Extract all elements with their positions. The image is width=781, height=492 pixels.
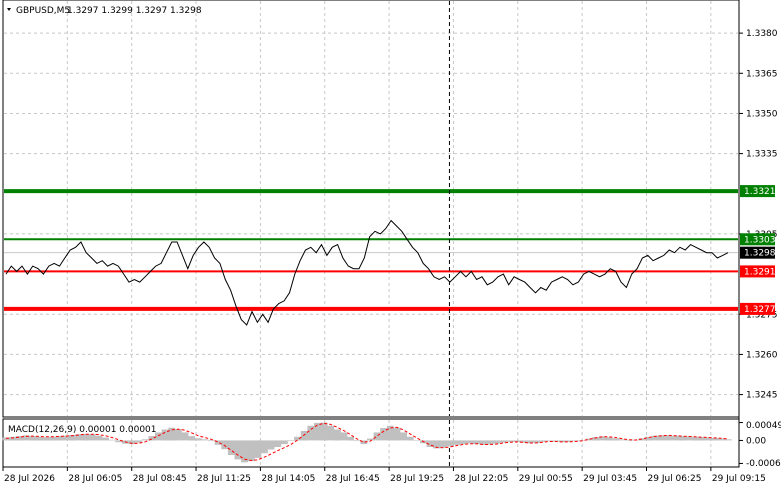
macd-bar [201,439,209,441]
macd-bar [439,440,447,448]
macd-bar [95,435,103,441]
macd-bar [612,438,619,441]
symbol-label: GBPUSD,M5 [16,6,70,16]
time-tick-label: 28 Jul 19:25 [390,474,444,484]
macd-bar [446,440,454,447]
price-tick-label: 1.3335 [746,150,778,160]
macd-bar [141,439,149,441]
macd-bar [42,437,50,441]
macd-bar [300,431,308,441]
macd-bar [287,440,295,442]
macd-bar [135,440,143,443]
macd-bar [413,440,421,441]
macd-bar [35,436,43,441]
macd-bar [678,436,686,441]
macd-bar [486,440,494,445]
price-tick-label: 1.3380 [746,29,778,39]
time-tick-label: 28 Jul 22:05 [454,474,508,484]
chart-window[interactable]: 1.33801.33651.33501.33351.33051.32751.32… [0,0,781,489]
level-tag-label: 1.3321 [744,187,776,197]
macd-bar [492,440,500,444]
time-tick-label: 28 Jul 06:05 [68,474,122,484]
macd-tick-label: -0.00063 [746,459,781,469]
time-tick-label: 28 Jul 08:45 [133,474,187,484]
macd-bar [247,440,255,462]
price-tick-label: 1.3350 [746,109,778,119]
macd-bar [453,440,460,445]
macd-bar [208,440,215,442]
macd-bar [108,439,116,441]
macd-bar [393,427,401,441]
macd-bar [88,434,96,441]
time-tick-label: 29 Jul 06:25 [648,474,702,484]
macd-bar [625,440,633,441]
macd-bar [400,432,407,441]
macd-bar [327,425,335,441]
macd-bar [665,435,672,441]
time-tick-label: 28 Jul 16:45 [326,474,380,484]
current-price-label: 1.3298 [744,249,776,259]
price-tags: 1.3321 1.3303 1.3291 1.3277 1.3298 [740,185,776,315]
macd-bar [353,440,361,442]
macd-bar [367,438,374,441]
level-tag-label: 1.3303 [744,235,776,245]
macd-header-label: MACD(12,26,9) 0.00001 0.00001 [8,425,157,435]
macd-bar [102,437,109,441]
macd-bar [49,436,56,441]
macd-bar [373,432,381,441]
macd-bar [274,440,282,447]
level-tag-label: 1.3291 [744,267,776,277]
ohlc-label: 1.3297 1.3299 1.3297 1.3298 [67,6,202,16]
price-tick-label: 1.3365 [746,69,778,79]
macd-bar [466,440,474,444]
macd-bar [340,432,348,441]
macd-bar [261,440,268,454]
macd-axis-labels: 0.00049 0.00 -0.00063 [739,421,781,469]
chart-header: GBPUSD,M5 1.3297 1.3299 1.3297 1.3298 [7,6,202,16]
time-tick-label: 29 Jul 09:15 [712,474,766,484]
macd-bar [280,440,288,445]
macd-bar [194,438,202,441]
level-tag-label: 1.3277 [744,305,776,315]
macd-bar [181,432,189,441]
macd-bar [605,437,613,441]
macd-tick-label: 0.00 [746,436,766,446]
macd-bar [347,436,354,441]
macd-tick-label: 0.00049 [746,421,781,431]
macd-bar [724,439,732,441]
macd-bar [333,429,341,441]
macd-bar [188,436,196,441]
time-axis-labels: 28 Jul 2026 28 Jul 06:05 28 Jul 08:45 28 Ju… [2,467,766,484]
macd-bar [267,440,275,450]
time-tick-label: 28 Jul 2026 [4,474,55,484]
macd-bar [227,440,235,455]
macd-bar [254,440,262,458]
macd-bar [320,422,328,441]
macd-bar [174,429,182,441]
price-axis-labels: 1.33801.33651.33501.33351.33051.32751.32… [739,29,778,401]
macd-bar [545,440,553,442]
macd-bar [671,435,679,441]
time-tick-label: 29 Jul 03:45 [583,474,637,484]
time-tick-label: 28 Jul 11:25 [197,474,251,484]
price-tick-label: 1.3260 [746,350,778,360]
macd-bar [406,436,414,441]
macd-bar [459,440,467,445]
macd-bar [29,436,37,441]
time-tick-label: 29 Jul 00:55 [519,474,573,484]
macd-bar [9,436,17,441]
macd-bar [221,440,229,450]
price-tick-label: 1.3245 [746,391,778,401]
time-tick-label: 28 Jul 14:05 [261,474,315,484]
macd-bar [691,436,699,441]
chart-canvas[interactable]: 1.33801.33651.33501.33351.33051.32751.32… [0,0,781,489]
